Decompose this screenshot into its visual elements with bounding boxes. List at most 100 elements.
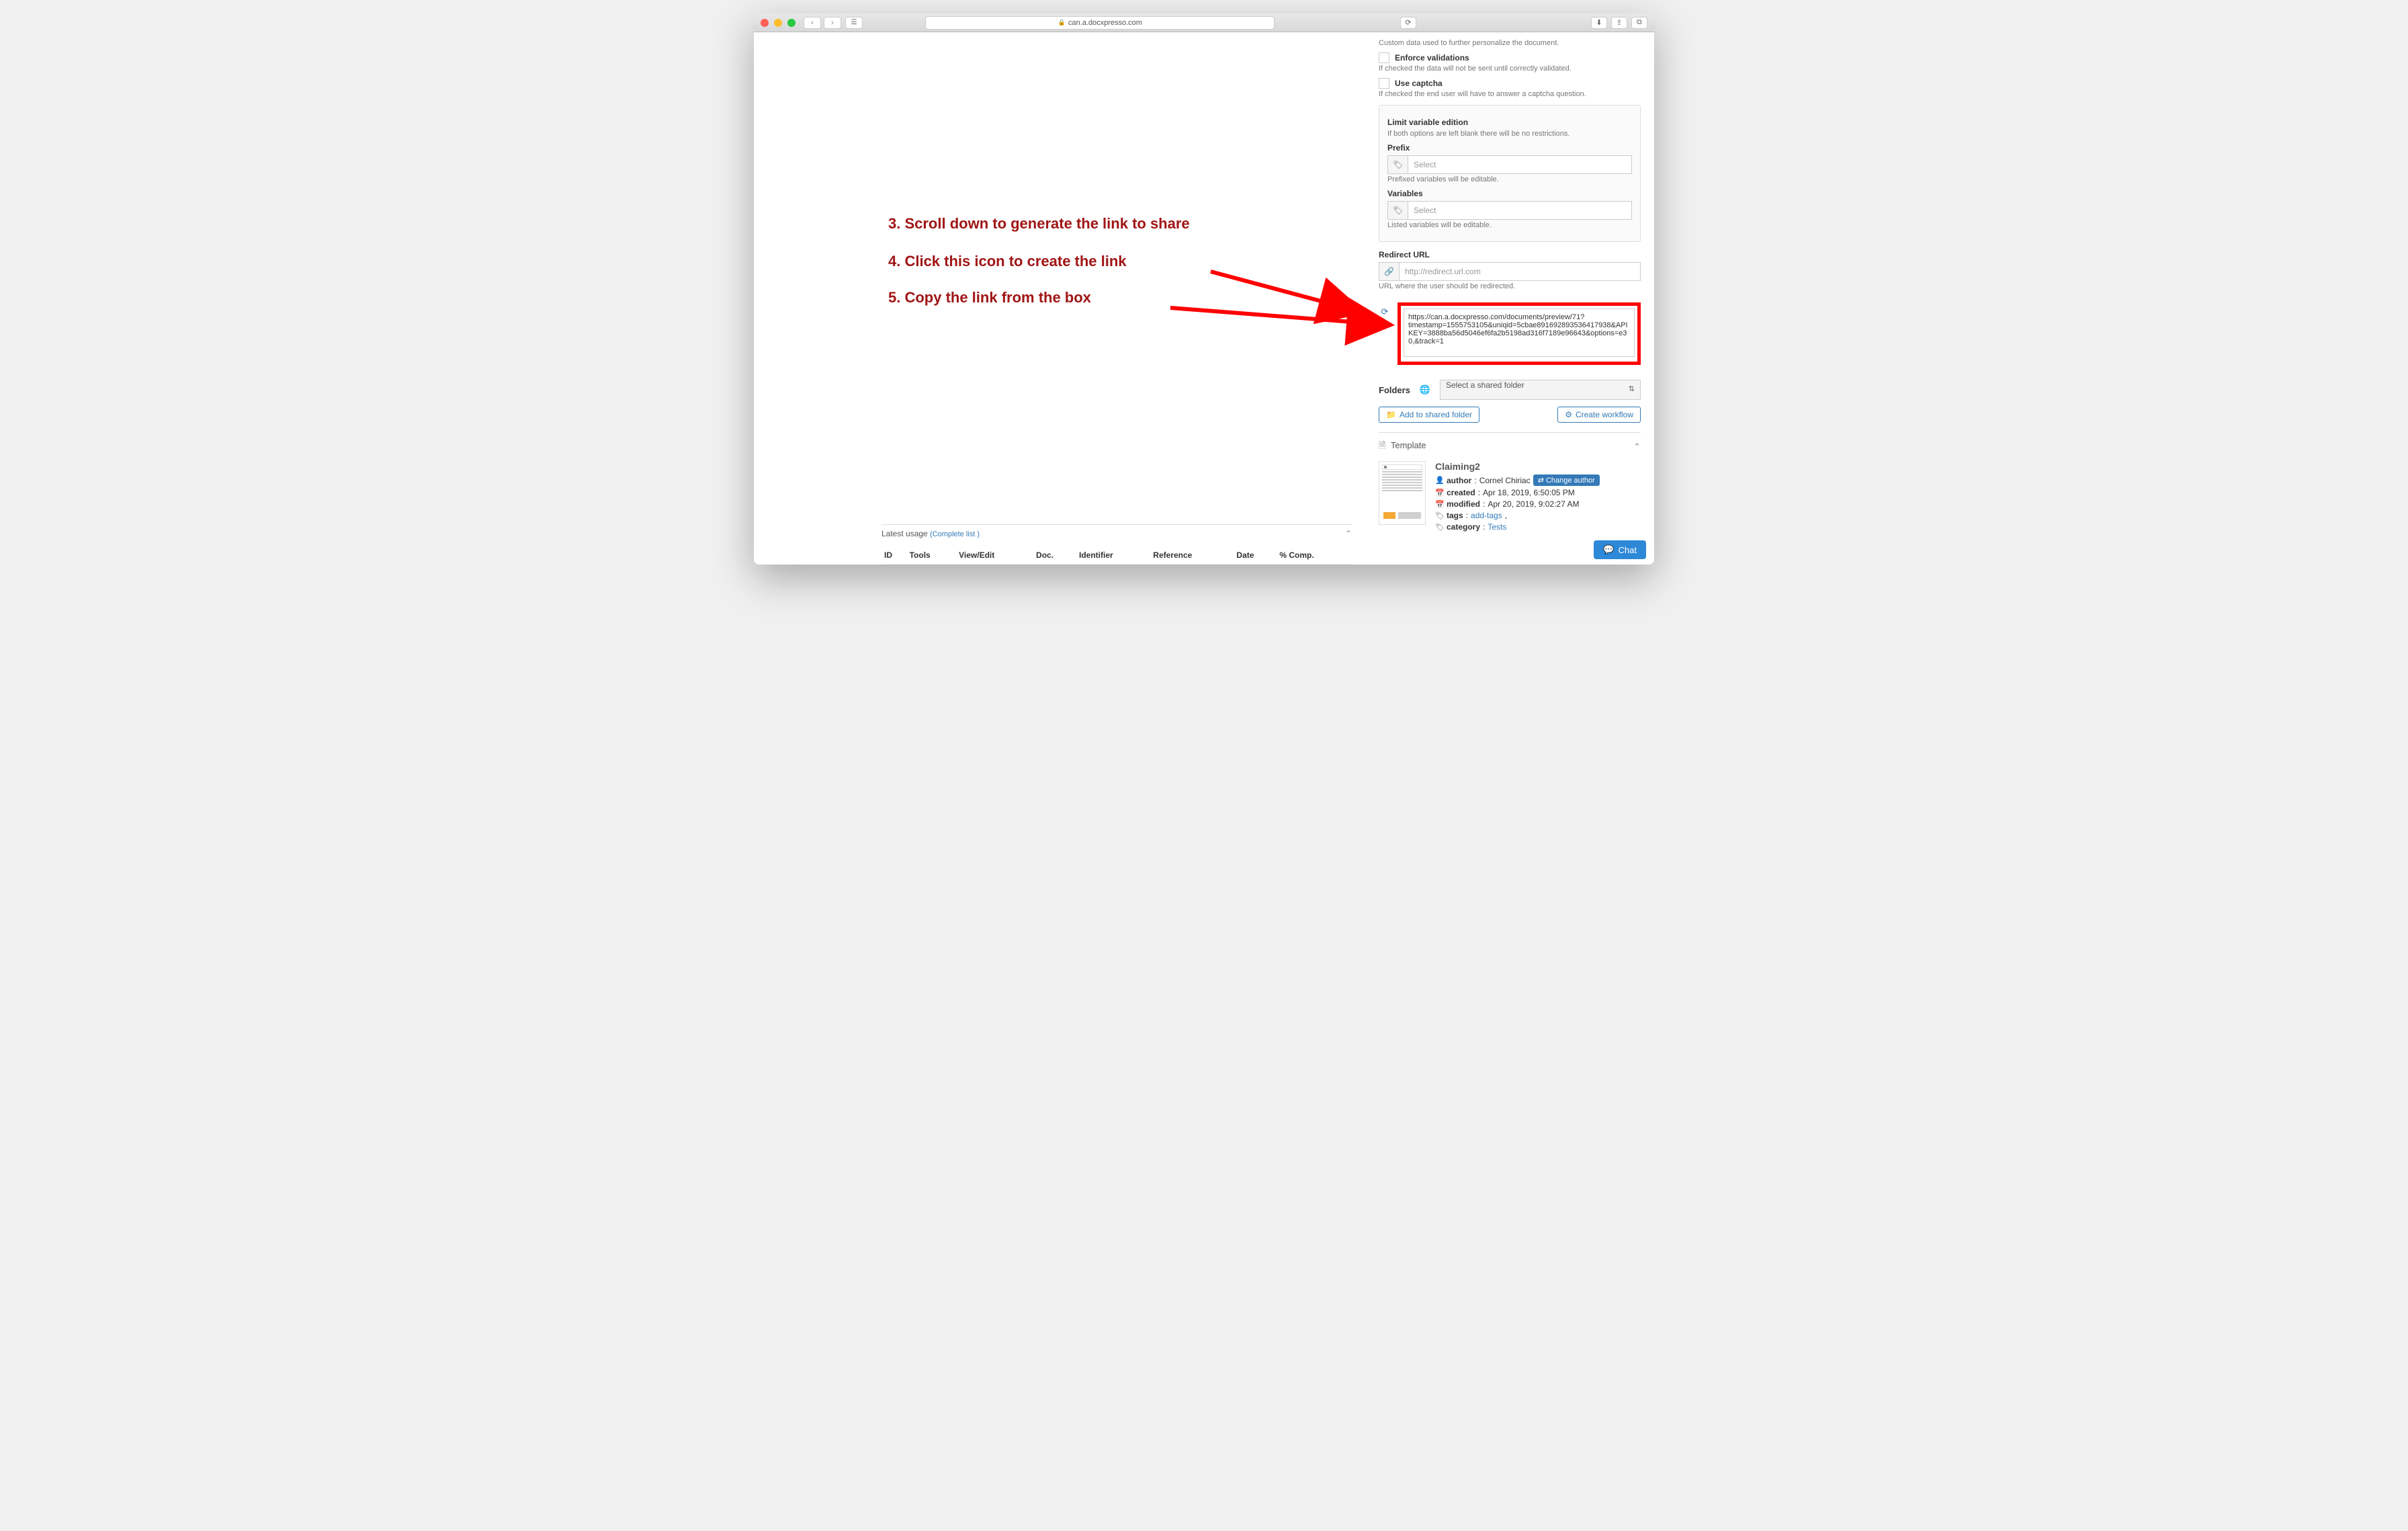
folders-label: Folders — [1379, 385, 1410, 395]
redirect-input[interactable] — [1399, 262, 1641, 281]
template-body: Claiming2 👤 author: Cornel Chiriac ⇄ Cha… — [1379, 461, 1641, 534]
calendar-icon-2: 📅 — [1435, 500, 1444, 509]
variables-input[interactable] — [1408, 201, 1632, 220]
template-meta: Claiming2 👤 author: Cornel Chiriac ⇄ Cha… — [1435, 461, 1641, 534]
chat-icon: 💬 — [1603, 544, 1614, 555]
generated-link-row: ⟳ — [1379, 302, 1641, 365]
col-viewedit: View/Edit — [956, 546, 1033, 565]
latest-usage-title: Latest usage — [882, 529, 928, 538]
col-comp: % Comp. — [1277, 546, 1352, 565]
traffic-lights — [761, 19, 796, 27]
share-button[interactable]: ⇪ — [1611, 17, 1627, 29]
col-tools: Tools — [907, 546, 957, 565]
limit-variable-panel: Limit variable edition If both options a… — [1379, 105, 1641, 242]
add-to-folder-button[interactable]: 📁 Add to shared folder — [1379, 407, 1479, 423]
tags-label: tags — [1447, 511, 1463, 520]
chat-label: Chat — [1619, 545, 1637, 555]
limit-help: If both options are left blank there wil… — [1387, 130, 1632, 138]
prefix-label: Prefix — [1387, 143, 1632, 153]
created-label: created — [1447, 488, 1475, 497]
tabs-button[interactable]: ⧉ — [1631, 17, 1647, 29]
redirect-group: Redirect URL 🔗 URL where the user should… — [1379, 250, 1641, 290]
close-window-button[interactable] — [761, 19, 769, 27]
col-doc: Doc. — [1033, 546, 1076, 565]
template-title: Claiming2 — [1435, 461, 1641, 472]
generated-link-box[interactable] — [1404, 308, 1635, 357]
folder-buttons-row: 📁 Add to shared folder ⚙ Create workflow — [1379, 407, 1641, 423]
col-id: ID — [882, 546, 907, 565]
create-workflow-label: Create workflow — [1576, 410, 1633, 419]
minimize-window-button[interactable] — [774, 19, 782, 27]
complete-list-link[interactable]: (Complete list ) — [930, 530, 980, 538]
annotation-step3: 3. Scroll down to generate the link to s… — [888, 215, 1190, 233]
folders-row: Folders 🌐 Select a shared folder — [1379, 380, 1641, 400]
captcha-label: Use captcha — [1395, 79, 1443, 88]
latest-usage-panel: Latest usage (Complete list ) ⌃ ID Tools… — [882, 524, 1352, 565]
variables-label: Variables — [1387, 189, 1632, 198]
latest-usage-header: Latest usage (Complete list ) ⌃ — [882, 524, 1352, 542]
forward-button[interactable]: › — [824, 17, 841, 29]
collapse-template-icon[interactable]: ⌃ — [1633, 442, 1641, 452]
chat-widget[interactable]: 💬 Chat — [1594, 540, 1646, 559]
col-date: Date — [1234, 546, 1277, 565]
enforce-label: Enforce validations — [1395, 53, 1469, 63]
generated-link-highlight — [1398, 302, 1641, 365]
variables-input-group: 🏷 — [1387, 201, 1632, 220]
nav-buttons: ‹ › — [804, 17, 841, 29]
exchange-icon: ⇄ — [1538, 476, 1544, 485]
template-thumbnail[interactable] — [1379, 461, 1426, 525]
redirect-input-group: 🔗 — [1379, 262, 1641, 281]
created-value: Apr 18, 2019, 6:50:05 PM — [1483, 488, 1575, 497]
tag-icon: 🏷 — [1387, 155, 1408, 174]
create-workflow-button[interactable]: ⚙ Create workflow — [1557, 407, 1641, 423]
modified-value: Apr 20, 2019, 9:02:27 AM — [1488, 499, 1579, 509]
prefix-input-group: 🏷 — [1387, 155, 1632, 174]
toolbar-right: ⟳ — [1400, 17, 1416, 29]
maximize-window-button[interactable] — [787, 19, 796, 27]
workflow-icon: ⚙ — [1565, 410, 1572, 419]
calendar-icon: 📅 — [1435, 489, 1444, 497]
document-icon: 🗎 — [1379, 440, 1385, 450]
collapse-latest-icon[interactable]: ⌃ — [1345, 529, 1352, 538]
variables-help: Listed variables will be editable. — [1387, 221, 1632, 229]
browser-window: ‹ › ☰ 🔒 can.a.docxpresso.com ⟳ ⬇ ⇪ ⧉ + 3… — [754, 13, 1654, 565]
category-value[interactable]: Tests — [1488, 522, 1506, 532]
modified-label: modified — [1447, 499, 1480, 509]
download-button[interactable]: ⬇ — [1591, 17, 1607, 29]
sidebar-toggle-button[interactable]: ☰ — [845, 17, 863, 29]
globe-icon: 🌐 — [1418, 384, 1432, 395]
prefix-input[interactable] — [1408, 155, 1632, 174]
folders-placeholder: Select a shared folder — [1446, 380, 1524, 390]
redirect-help: URL where the user should be redirected. — [1379, 282, 1641, 290]
captcha-row: Use captcha — [1379, 78, 1641, 89]
refresh-button[interactable]: ⟳ — [1400, 17, 1416, 29]
col-identifier: Identifier — [1076, 546, 1150, 565]
enforce-checkbox[interactable] — [1379, 52, 1389, 63]
address-bar[interactable]: 🔒 can.a.docxpresso.com — [925, 16, 1275, 30]
template-section-header: 🗎 Template ⌃ — [1379, 432, 1641, 454]
annotation-step5: 5. Copy the link from the box — [888, 289, 1091, 306]
limit-title: Limit variable edition — [1387, 118, 1632, 127]
captcha-checkbox[interactable] — [1379, 78, 1389, 89]
generate-link-icon[interactable]: ⟳ — [1379, 306, 1391, 317]
add-to-folder-label: Add to shared folder — [1400, 410, 1472, 419]
url-text: can.a.docxpresso.com — [1068, 19, 1142, 27]
enforce-help: If checked the data will not be sent unt… — [1379, 65, 1641, 73]
custom-data-help: Custom data used to further personalize … — [1379, 39, 1641, 47]
folders-select[interactable]: Select a shared folder — [1440, 380, 1641, 400]
col-reference: Reference — [1150, 546, 1234, 565]
latest-usage-table: ID Tools View/Edit Doc. Identifier Refer… — [882, 546, 1352, 565]
tag-icon-2: 🏷 — [1387, 201, 1408, 220]
user-icon: 👤 — [1435, 476, 1444, 485]
annotation-step4: 4. Click this icon to create the link — [888, 253, 1127, 270]
lock-icon: 🔒 — [1058, 19, 1066, 26]
right-column: Custom data used to further personalize … — [1372, 32, 1654, 565]
page-content: 3. Scroll down to generate the link to s… — [754, 32, 1654, 565]
change-author-label: Change author — [1546, 477, 1595, 485]
captcha-help: If checked the end user will have to ans… — [1379, 90, 1641, 98]
tags-value[interactable]: add-tags — [1471, 511, 1502, 520]
browser-titlebar: ‹ › ☰ 🔒 can.a.docxpresso.com ⟳ ⬇ ⇪ ⧉ — [754, 13, 1654, 32]
back-button[interactable]: ‹ — [804, 17, 821, 29]
category-label: category — [1447, 522, 1480, 532]
change-author-button[interactable]: ⇄ Change author — [1533, 474, 1600, 486]
